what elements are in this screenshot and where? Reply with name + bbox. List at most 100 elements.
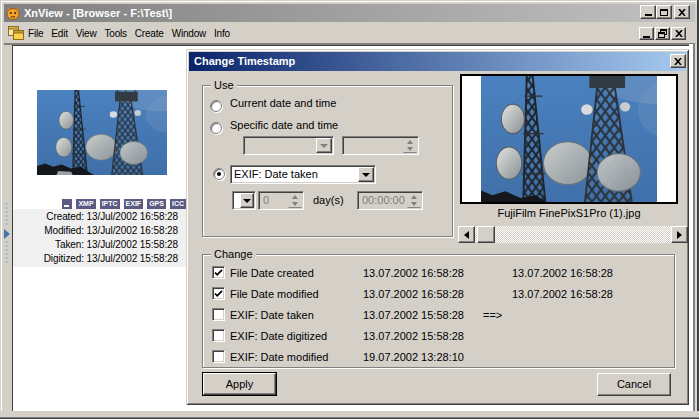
- preview-scrollbar[interactable]: [458, 226, 688, 243]
- menu-bar: File Edit View Tools Create Window Info: [24, 23, 234, 43]
- chevron-down-icon: [362, 173, 370, 177]
- menu-window[interactable]: Window: [168, 28, 210, 39]
- checkbox-exif-date-digitized[interactable]: [212, 329, 225, 342]
- restore-icon: [658, 29, 667, 38]
- check-icon: [214, 290, 223, 298]
- scroll-left-button[interactable]: [458, 226, 475, 243]
- close-icon: [678, 9, 686, 16]
- splitter-grip[interactable]: [5, 203, 8, 227]
- sign-combo[interactable]: [232, 191, 256, 210]
- apply-button[interactable]: Apply: [202, 372, 277, 396]
- menu-file[interactable]: File: [24, 28, 47, 39]
- specific-time-spinner[interactable]: [342, 136, 419, 155]
- preview-caption: FujiFilm FinePixS1Pro (1).jpg: [450, 207, 688, 219]
- maximize-icon: [660, 9, 668, 16]
- specific-date-combo[interactable]: [243, 136, 334, 155]
- minimize-icon: [645, 14, 652, 16]
- radio-dot: [217, 172, 221, 176]
- combo-dropdown-button[interactable]: [240, 193, 254, 208]
- window-close-button[interactable]: [674, 5, 690, 19]
- radio-current-date-label[interactable]: Current date and time: [230, 97, 336, 109]
- cancel-button[interactable]: Cancel: [597, 373, 671, 396]
- spin-down-button[interactable]: [407, 200, 421, 208]
- change-row-exif-date-digitized: EXIF: Date digitized 13.07.2002 15:58:28: [212, 329, 672, 343]
- radio-exif-date[interactable]: [213, 168, 225, 180]
- info-digitized: Digitized: 13/Jul/2002 15:58:28: [13, 252, 186, 266]
- chevron-down-icon: [320, 144, 328, 148]
- window-title-bar[interactable]: XnView - [Browser - F:\Test\]: [4, 4, 695, 22]
- change-row-exif-date-taken: EXIF: Date taken 13.07.2002 15:58:28 ==>: [212, 308, 672, 322]
- menu-edit[interactable]: Edit: [47, 28, 71, 39]
- chevron-down-icon: [292, 202, 298, 206]
- dialog-close-button[interactable]: [670, 54, 686, 68]
- close-icon: [675, 30, 683, 37]
- window-minimize-button[interactable]: [640, 5, 656, 19]
- metadata-badges: XMP IPTC EXIFGPS ICC: [14, 197, 186, 209]
- change-row-exif-date-modified: EXIF: Date modified 19.07.2002 13:28:10: [212, 350, 672, 364]
- time-offset-spinner[interactable]: 00:00:00: [357, 191, 423, 210]
- info-created: Created: 13/Jul/2002 16:58:28: [13, 210, 186, 224]
- scrollbar-thumb[interactable]: [477, 226, 495, 243]
- spin-down-button[interactable]: [288, 200, 302, 208]
- menu-tools[interactable]: Tools: [100, 28, 130, 39]
- minimize-icon: [643, 36, 650, 38]
- thumbnail-image[interactable]: [37, 90, 167, 175]
- days-value: 0: [263, 194, 269, 206]
- close-icon: [674, 58, 682, 65]
- combo-dropdown-button[interactable]: [358, 167, 374, 182]
- checkbox-exif-date-modified[interactable]: [212, 350, 225, 363]
- badge-gps: GPS: [147, 199, 166, 209]
- change-group-label: Change: [211, 248, 256, 260]
- preview-image: [481, 76, 657, 202]
- change-row-file-date-created: File Date created 13.07.2002 16:58:28 13…: [212, 266, 672, 280]
- menu-info[interactable]: Info: [210, 28, 234, 39]
- file-info-panel: Created: 13/Jul/2002 16:58:28 Modified: …: [13, 209, 186, 267]
- chevron-up-icon: [407, 140, 413, 144]
- child-close-button[interactable]: [671, 27, 686, 40]
- use-group-label: Use: [211, 79, 237, 91]
- checkbox-file-date-created[interactable]: [212, 266, 225, 279]
- chevron-down-icon: [407, 147, 413, 151]
- chevron-down-icon: [411, 202, 417, 206]
- checkbox-exif-date-taken[interactable]: [212, 308, 225, 321]
- xnview-window: { "window": { "title": "XnView - [Browse…: [0, 0, 699, 419]
- dialog-title-bar[interactable]: Change Timestamp: [189, 52, 686, 71]
- badge-icc: ICC: [170, 199, 186, 209]
- splitter-arrow-icon[interactable]: [4, 229, 10, 239]
- child-minimize-button[interactable]: [639, 27, 654, 40]
- exif-combo-value: EXIF: Date taken: [234, 168, 318, 180]
- badge-iptc: IPTC: [100, 199, 120, 209]
- time-offset-value: 00:00:00: [362, 194, 405, 206]
- radio-specific-date-label[interactable]: Specific date and time: [230, 119, 338, 131]
- badge-exif: EXIF: [124, 199, 144, 209]
- splitter-grip[interactable]: [5, 241, 8, 265]
- spin-down-button[interactable]: [403, 145, 417, 153]
- days-spinner[interactable]: 0: [258, 191, 304, 210]
- days-label: day(s): [313, 194, 344, 206]
- scroll-right-button[interactable]: [671, 226, 688, 243]
- xnview-logo-icon: [6, 6, 20, 20]
- child-restore-button[interactable]: [655, 27, 670, 40]
- window-maximize-button[interactable]: [656, 5, 672, 19]
- window-title: XnView - [Browser - F:\Test\]: [24, 7, 172, 19]
- check-icon: [214, 269, 223, 277]
- info-taken: Taken: 13/Jul/2002 15:58:28: [13, 238, 186, 252]
- radio-specific-date[interactable]: [210, 122, 222, 134]
- chevron-up-icon: [411, 195, 417, 199]
- info-modified: Modified: 13/Jul/2002 16:58:28: [13, 224, 186, 238]
- comment-badge-icon: [62, 199, 72, 209]
- arrow-right-icon: [677, 231, 682, 239]
- exif-source-combo[interactable]: EXIF: Date taken: [230, 165, 376, 184]
- change-row-file-date-modified: File Date modified 13.07.2002 16:58:28 1…: [212, 287, 672, 301]
- arrow-left-icon: [464, 231, 469, 239]
- dialog-title: Change Timestamp: [194, 55, 295, 67]
- menu-create[interactable]: Create: [131, 28, 168, 39]
- checkbox-file-date-modified[interactable]: [212, 287, 225, 300]
- menu-view[interactable]: View: [72, 28, 101, 39]
- radio-current-date[interactable]: [210, 100, 222, 112]
- combo-dropdown-button[interactable]: [316, 138, 332, 153]
- browser-icon: [8, 26, 24, 40]
- preview-frame: [460, 74, 678, 204]
- badge-xmp: XMP: [76, 199, 95, 209]
- chevron-up-icon: [292, 195, 298, 199]
